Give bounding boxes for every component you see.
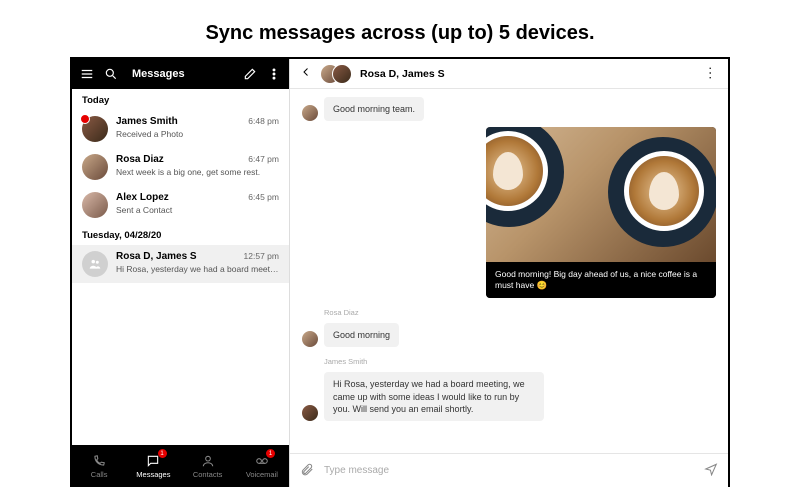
- avatar: [82, 192, 108, 218]
- nav-badge: 1: [158, 449, 167, 458]
- avatar: [82, 154, 108, 180]
- conversation-item[interactable]: James Smith 6:48 pm Received a Photo: [72, 110, 289, 148]
- message-incoming: Good morning: [302, 323, 716, 347]
- sidebar-title: Messages: [132, 68, 233, 80]
- nav-contacts[interactable]: Contacts: [181, 445, 235, 487]
- conversation-preview: Next week is a big one, get some rest.: [116, 167, 279, 177]
- conversation-preview: Hi Rosa, yesterday we had a board meetin…: [116, 264, 279, 274]
- compose-icon[interactable]: [243, 67, 257, 81]
- conversation-item[interactable]: Alex Lopez 6:45 pm Sent a Contact: [72, 186, 289, 224]
- search-icon[interactable]: [104, 67, 118, 81]
- nav-calls[interactable]: Calls: [72, 445, 126, 487]
- conversation-preview: Received a Photo: [116, 129, 279, 139]
- conversation-name: Rosa D, James S: [116, 251, 197, 262]
- sender-label: Rosa Diaz: [324, 308, 716, 317]
- avatar: [332, 64, 352, 84]
- message-bubble: Good morning team.: [324, 97, 424, 121]
- message-avatar: [302, 331, 318, 347]
- message-bubble: Good morning: [324, 323, 399, 347]
- message-composer: [290, 453, 728, 487]
- chat-pane: Rosa D, James S ⋯ Good morning team. Goo…: [290, 59, 728, 487]
- sidebar-header: Messages: [72, 59, 289, 89]
- chat-title: Rosa D, James S: [360, 68, 445, 80]
- message-bubble: Hi Rosa, yesterday we had a board meetin…: [324, 372, 544, 420]
- conversation-time: 12:57 pm: [244, 251, 279, 261]
- nav-voicemail[interactable]: 1 Voicemail: [235, 445, 289, 487]
- message-avatar: [302, 105, 318, 121]
- chat-more-icon[interactable]: ⋯: [702, 66, 719, 81]
- contacts-icon: [201, 454, 215, 468]
- menu-icon[interactable]: [80, 67, 94, 81]
- phone-icon: [92, 454, 106, 468]
- message-thread: Good morning team. Good morning! Big day…: [290, 89, 728, 453]
- page-headline: Sync messages across (up to) 5 devices.: [0, 0, 800, 57]
- conversation-time: 6:45 pm: [248, 192, 279, 202]
- photo-message[interactable]: Good morning! Big day ahead of us, a nic…: [486, 127, 716, 298]
- conversation-name: Rosa Diaz: [116, 154, 164, 165]
- message-avatar: [302, 405, 318, 421]
- nav-badge: 1: [266, 449, 275, 458]
- conversation-item[interactable]: Rosa Diaz 6:47 pm Next week is a big one,…: [72, 148, 289, 186]
- nav-label: Contacts: [193, 470, 223, 479]
- nav-label: Messages: [136, 470, 170, 479]
- nav-label: Voicemail: [246, 470, 278, 479]
- message-outgoing: Good morning! Big day ahead of us, a nic…: [302, 127, 716, 298]
- chat-header: Rosa D, James S ⋯: [290, 59, 728, 89]
- conversation-name: James Smith: [116, 116, 178, 127]
- back-icon[interactable]: [300, 66, 312, 81]
- conversation-preview: Sent a Contact: [116, 205, 279, 215]
- nav-label: Calls: [91, 470, 108, 479]
- sender-label: James Smith: [324, 357, 716, 366]
- conversation-time: 6:47 pm: [248, 154, 279, 164]
- conversation-list: Today James Smith 6:48 pm Received a Phot…: [72, 89, 289, 445]
- conversation-name: Alex Lopez: [116, 192, 169, 203]
- photo-caption: Good morning! Big day ahead of us, a nic…: [486, 262, 716, 298]
- conversation-item[interactable]: Rosa D, James S 12:57 pm Hi Rosa, yesterd…: [72, 245, 289, 283]
- unread-dot-icon: [80, 114, 90, 124]
- message-incoming: Good morning team.: [302, 97, 716, 121]
- monitor-frame: Messages Today James Smith 6:48 pm Receiv…: [0, 57, 800, 487]
- section-label: Today: [72, 89, 289, 110]
- messaging-app: Messages Today James Smith 6:48 pm Receiv…: [72, 59, 728, 487]
- section-label: Tuesday, 04/28/20: [72, 224, 289, 245]
- nav-messages[interactable]: 1 Messages: [126, 445, 180, 487]
- photo-image: [486, 127, 716, 262]
- avatar: [82, 116, 108, 142]
- header-avatars: [320, 64, 352, 84]
- bottom-nav: Calls 1 Messages Contacts 1 Voicemail: [72, 445, 289, 487]
- attachment-icon[interactable]: [300, 462, 314, 479]
- more-icon[interactable]: [267, 67, 281, 81]
- group-avatar-icon: [82, 251, 108, 277]
- sidebar: Messages Today James Smith 6:48 pm Receiv…: [72, 59, 290, 487]
- message-input[interactable]: [324, 465, 694, 476]
- send-icon[interactable]: [704, 462, 718, 479]
- conversation-time: 6:48 pm: [248, 116, 279, 126]
- message-incoming: Hi Rosa, yesterday we had a board meetin…: [302, 372, 716, 420]
